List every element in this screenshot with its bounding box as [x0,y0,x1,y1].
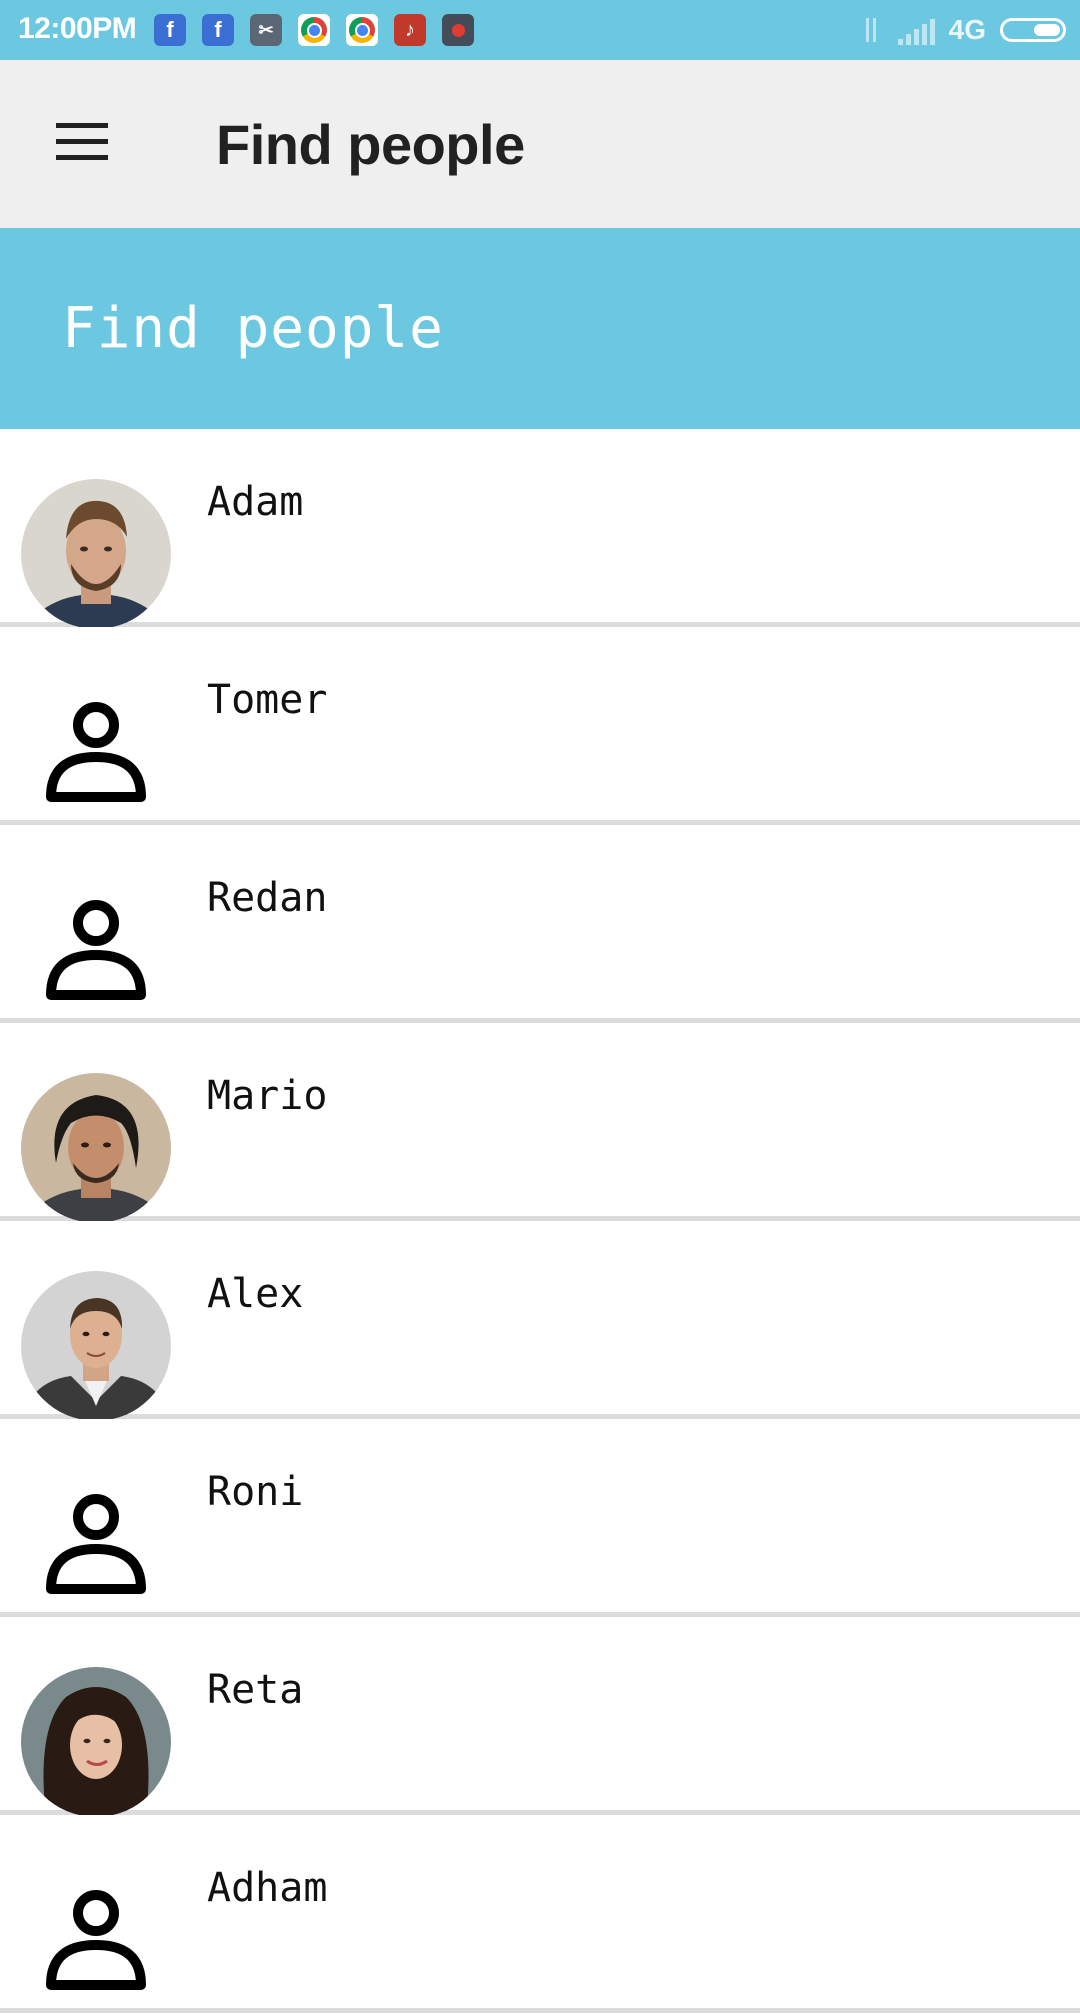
avatar-photo [21,1667,171,1817]
signal-strength-icon [897,15,935,45]
screen-recorder-icon [442,14,474,46]
hamburger-menu-icon[interactable] [52,120,112,164]
avatar-photo [21,1271,171,1421]
app-bar: Find people [0,60,1080,228]
avatar-photo [21,1073,171,1223]
person-name: Tomer [207,677,328,723]
list-item-mario[interactable]: Mario [0,1023,1080,1223]
person-name: Reta [207,1667,304,1713]
status-indicators: 4G [858,14,1066,46]
battery-icon [1000,18,1066,42]
chrome-icon [346,14,378,46]
person-name: Alex [207,1271,304,1317]
list-item-redan[interactable]: Redan [0,825,1080,1023]
person-placeholder-icon [21,1865,171,2015]
facebook-icon: f [202,14,234,46]
list-item-adam[interactable]: Adam [0,429,1080,629]
person-name: Adam [207,479,304,525]
status-bar: 12:00PM f f ✂ ♪ 4G [0,0,1080,60]
people-list: Adam Tomer Redan Mario Alex Roni Reta Ad… [0,429,1080,2013]
header-banner: Find people [0,228,1080,429]
avatar-photo [21,479,171,629]
list-item-tomer[interactable]: Tomer [0,627,1080,825]
app-bar-title: Find people [216,113,525,176]
list-item-roni[interactable]: Roni [0,1419,1080,1617]
notification-icons: f f ✂ ♪ [154,14,474,46]
person-name: Mario [207,1073,328,1119]
status-time: 12:00PM [18,12,137,45]
list-item-adham[interactable]: Adham [0,1815,1080,2013]
data-activity-icon [858,15,884,45]
person-placeholder-icon [21,1469,171,1619]
person-name: Redan [207,875,328,921]
person-placeholder-icon [21,677,171,827]
chrome-icon [298,14,330,46]
person-placeholder-icon [21,875,171,1025]
list-item-alex[interactable]: Alex [0,1221,1080,1421]
banner-title: Find people [62,296,444,361]
network-type: 4G [948,14,986,45]
list-item-reta[interactable]: Reta [0,1617,1080,1817]
facebook-icon: f [154,14,186,46]
person-name: Roni [207,1469,304,1515]
tiktok-icon: ♪ [394,14,426,46]
scissors-app-icon: ✂ [250,14,282,46]
person-name: Adham [207,1865,328,1911]
